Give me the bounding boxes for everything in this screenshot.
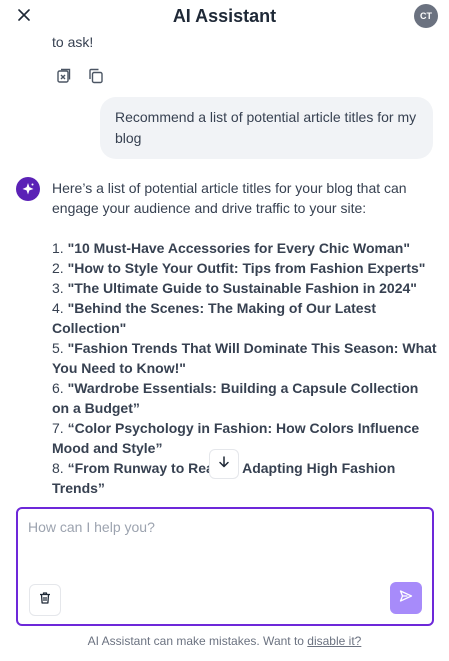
scroll-down-button[interactable]: [209, 449, 239, 479]
disable-link[interactable]: disable it?: [307, 634, 361, 648]
clear-chat-button[interactable]: [29, 584, 61, 616]
user-message-text: Recommend a list of potential article ti…: [115, 109, 417, 146]
list-item: 1. "10 Must-Have Accessories for Every C…: [52, 240, 410, 256]
list-item: 8. “From Runway to Reality: Adapting Hig…: [52, 460, 396, 496]
send-icon: [399, 589, 413, 608]
list-item: 6. "Wardrobe Essentials: Building a Caps…: [52, 380, 419, 416]
article-title-list: 1. "10 Must-Have Accessories for Every C…: [52, 238, 437, 497]
arrow-down-icon: [218, 455, 230, 473]
copy-regenerate-icon[interactable]: [55, 67, 73, 85]
ai-message-intro: Here’s a list of potential article title…: [52, 180, 407, 216]
list-item: 4. "Behind the Scenes: The Making of Our…: [52, 300, 377, 336]
message-input[interactable]: [28, 519, 420, 579]
trash-icon: [38, 591, 52, 610]
previous-message-tail: to ask!: [52, 34, 94, 50]
copy-icon[interactable]: [87, 67, 105, 85]
close-icon[interactable]: [15, 6, 33, 24]
list-item: 3. "The Ultimate Guide to Sustainable Fa…: [52, 280, 417, 296]
header: AI Assistant CT: [0, 0, 449, 32]
avatar[interactable]: CT: [414, 4, 438, 28]
page-title: AI Assistant: [172, 5, 277, 26]
ai-sparkle-icon: [16, 177, 40, 201]
chat-thread: to ask! Recommend a list of potential ar…: [0, 0, 449, 497]
disclaimer: AI Assistant can make mistakes. Want to …: [0, 634, 449, 648]
user-message: Recommend a list of potential article ti…: [100, 97, 433, 159]
list-item: 5. "Fashion Trends That Will Dominate Th…: [52, 340, 437, 376]
composer: [16, 507, 434, 626]
list-item: 2. "How to Style Your Outfit: Tips from …: [52, 260, 426, 276]
disclaimer-text: AI Assistant can make mistakes. Want to: [87, 634, 308, 648]
list-item: 7. “Color Psychology in Fashion: How Col…: [52, 420, 420, 456]
send-button[interactable]: [390, 582, 422, 614]
ai-message: Here’s a list of potential article title…: [52, 178, 437, 497]
